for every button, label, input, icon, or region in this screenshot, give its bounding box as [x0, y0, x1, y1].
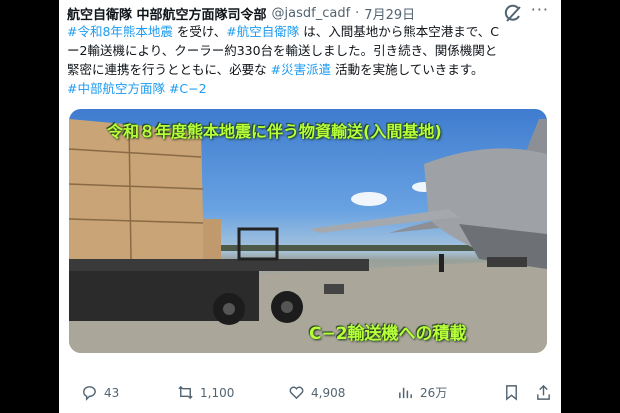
hashtag-link[interactable]: #航空自衛隊 [226, 24, 299, 39]
separator-dot: · [355, 5, 360, 21]
hashtag-link[interactable]: #中部航空方面隊 [67, 81, 165, 96]
tweet-text-span: 活動を実施していきます。 [331, 62, 484, 77]
x-logo-icon [504, 4, 521, 22]
tweet-line: #中部航空方面隊 #C−2 [67, 79, 553, 98]
bookmark-button[interactable] [503, 384, 526, 401]
views-count: 26万 [420, 386, 448, 400]
views-icon [399, 387, 412, 399]
like-count: 4,908 [311, 385, 346, 400]
tweet-text-span: は、入間基地から熊本空港まで、C [299, 24, 499, 39]
tweet-text-span: 緊密に連携を行うとともに、必要な [67, 62, 267, 77]
tweet-line: 緊密に連携を行うとともに、必要な #災害派遣 活動を実施していきます。 [67, 60, 553, 79]
tweet-card: 航空自衛隊 中部航空方面隊司令部 @jasdf_cadf · 7月29日 ···… [59, 0, 561, 413]
author-handle[interactable]: @jasdf_cadf [272, 6, 351, 21]
reply-button[interactable]: 43 [81, 384, 119, 401]
share-icon [537, 384, 550, 400]
media-photo [69, 119, 547, 353]
reply-icon [83, 386, 96, 401]
retweet-button[interactable]: 1,100 [177, 384, 234, 401]
tweet-text-span: を受け、 [172, 24, 227, 39]
heart-icon [289, 386, 304, 400]
tweet-media[interactable]: 令和８年度熊本地震に伴う物資輸送(入間基地) C−2輸送機への積載 [69, 109, 547, 353]
more-icon[interactable]: ··· [531, 0, 549, 19]
media-title-overlay: 令和８年度熊本地震に伴う物資輸送(入間基地) [107, 122, 442, 141]
ground-crew [439, 254, 444, 272]
share-button[interactable] [535, 384, 558, 401]
tweet-date[interactable]: 7月29日 [364, 4, 415, 23]
tweet-line: #令和8年熊本地震 を受け、#航空自衛隊 は、入間基地から熊本空港まで、C [67, 22, 553, 41]
bookmark-icon [506, 385, 517, 401]
retweet-icon [178, 385, 193, 400]
hashtag-link[interactable]: #令和8年熊本地震 [67, 24, 173, 39]
tweet-text-span: ー2輸送機により、クーラー約330台を輸送しました。引き続き、関係機関と [67, 43, 498, 58]
tweet-header: 航空自衛隊 中部航空方面隊司令部 @jasdf_cadf · 7月29日 ··· [67, 0, 553, 23]
media-subtitle-overlay: C−2輸送機への積載 [309, 324, 467, 344]
tweet-line: ー2輸送機により、クーラー約330台を輸送しました。引き続き、関係機関と [67, 41, 553, 60]
views-button[interactable]: 26万 [397, 384, 447, 401]
hashtag-link[interactable]: #C−2 [165, 81, 207, 96]
retweet-count: 1,100 [200, 385, 235, 400]
tweet-actions: 43 1,100 4,908 26万 [67, 384, 553, 406]
reply-count: 43 [104, 385, 120, 400]
tweet-text: #令和8年熊本地震 を受け、#航空自衛隊 は、入間基地から熊本空港まで、C ー2… [67, 22, 553, 98]
author-name[interactable]: 航空自衛隊 中部航空方面隊司令部 [67, 4, 267, 23]
hashtag-link[interactable]: #災害派遣 [267, 62, 331, 77]
cloud [351, 192, 387, 206]
like-button[interactable]: 4,908 [288, 384, 345, 401]
